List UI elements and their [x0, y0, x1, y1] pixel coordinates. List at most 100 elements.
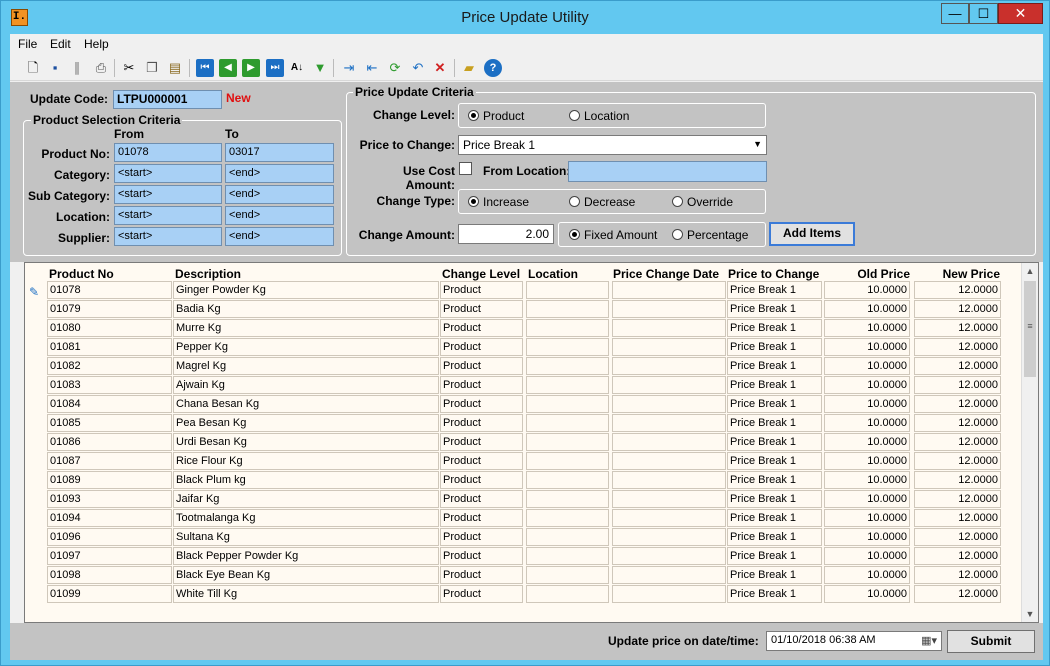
cell-description[interactable]: Jaifar Kg	[173, 490, 439, 508]
cell-new-price[interactable]: 12.0000	[914, 338, 1001, 356]
cell-price-to-change[interactable]: Price Break 1	[727, 547, 822, 565]
cell-description[interactable]: Black Eye Bean Kg	[173, 566, 439, 584]
cell-description[interactable]: Badia Kg	[173, 300, 439, 318]
cell-change-level[interactable]: Product	[440, 528, 523, 546]
cell-new-price[interactable]: 12.0000	[914, 281, 1001, 299]
last-record-icon[interactable]: ⏭	[266, 59, 284, 77]
cell-old-price[interactable]: 10.0000	[824, 281, 910, 299]
cell-change-level[interactable]: Product	[440, 395, 523, 413]
new-icon[interactable]: 🗋	[24, 59, 42, 77]
cell-location[interactable]	[526, 566, 609, 584]
col-description[interactable]: Description	[175, 267, 241, 281]
fixed-amount-radio[interactable]	[569, 229, 580, 240]
close-button[interactable]: ✕	[998, 3, 1043, 24]
cell-price-to-change[interactable]: Price Break 1	[727, 490, 822, 508]
supplier-to-field[interactable]: <end>	[225, 227, 334, 246]
cell-price-change-date[interactable]	[612, 509, 726, 527]
col-location[interactable]: Location	[528, 267, 578, 281]
undo-icon[interactable]: ↶	[409, 59, 427, 77]
cell-price-to-change[interactable]: Price Break 1	[727, 395, 822, 413]
change-type-override-radio[interactable]	[672, 196, 683, 207]
cut-icon[interactable]: ✂	[120, 59, 138, 77]
cell-old-price[interactable]: 10.0000	[824, 509, 910, 527]
cell-product-no[interactable]: 01093	[47, 490, 172, 508]
scroll-down-icon[interactable]: ▼	[1022, 606, 1038, 622]
location-to-field[interactable]: <end>	[225, 206, 334, 225]
cell-new-price[interactable]: 12.0000	[914, 357, 1001, 375]
cell-price-change-date[interactable]	[612, 528, 726, 546]
cell-product-no[interactable]: 01080	[47, 319, 172, 337]
cell-product-no[interactable]: 01082	[47, 357, 172, 375]
folder-icon[interactable]: ▰	[460, 59, 478, 77]
change-level-location-radio[interactable]	[569, 110, 580, 121]
cell-price-to-change[interactable]: Price Break 1	[727, 300, 822, 318]
update-code-field[interactable]: LTPU000001	[113, 90, 222, 109]
cell-description[interactable]: Magrel Kg	[173, 357, 439, 375]
cell-product-no[interactable]: 01096	[47, 528, 172, 546]
cell-change-level[interactable]: Product	[440, 509, 523, 527]
cell-price-to-change[interactable]: Price Break 1	[727, 585, 822, 603]
cell-product-no[interactable]: 01087	[47, 452, 172, 470]
cell-location[interactable]	[526, 357, 609, 375]
cell-price-to-change[interactable]: Price Break 1	[727, 414, 822, 432]
delete-icon[interactable]: ✕	[431, 59, 449, 77]
cell-description[interactable]: Pea Besan Kg	[173, 414, 439, 432]
cell-old-price[interactable]: 10.0000	[824, 300, 910, 318]
cell-product-no[interactable]: 01094	[47, 509, 172, 527]
cell-price-change-date[interactable]	[612, 338, 726, 356]
cell-change-level[interactable]: Product	[440, 338, 523, 356]
cell-description[interactable]: Tootmalanga Kg	[173, 509, 439, 527]
cell-price-change-date[interactable]	[612, 414, 726, 432]
cell-location[interactable]	[526, 319, 609, 337]
cell-location[interactable]	[526, 376, 609, 394]
first-record-icon[interactable]: ⏮	[196, 59, 214, 77]
cell-change-level[interactable]: Product	[440, 357, 523, 375]
cell-product-no[interactable]: 01099	[47, 585, 172, 603]
add-items-button[interactable]: Add Items	[769, 222, 855, 246]
sub-category-to-field[interactable]: <end>	[225, 185, 334, 204]
cell-change-level[interactable]: Product	[440, 300, 523, 318]
submit-button[interactable]: Submit	[947, 630, 1035, 653]
minimize-button[interactable]: —	[941, 3, 969, 24]
cell-change-level[interactable]: Product	[440, 414, 523, 432]
cell-description[interactable]: Sultana Kg	[173, 528, 439, 546]
price-to-change-select[interactable]: Price Break 1 ▼	[458, 135, 767, 155]
indent-icon[interactable]: ⇥	[340, 59, 358, 77]
cell-price-to-change[interactable]: Price Break 1	[727, 509, 822, 527]
product-no-from-field[interactable]: 01078	[114, 143, 222, 162]
cell-price-to-change[interactable]: Price Break 1	[727, 471, 822, 489]
cell-change-level[interactable]: Product	[440, 376, 523, 394]
cell-new-price[interactable]: 12.0000	[914, 376, 1001, 394]
category-from-field[interactable]: <start>	[114, 164, 222, 183]
sub-category-from-field[interactable]: <start>	[114, 185, 222, 204]
cell-price-to-change[interactable]: Price Break 1	[727, 528, 822, 546]
cell-new-price[interactable]: 12.0000	[914, 452, 1001, 470]
cell-price-change-date[interactable]	[612, 547, 726, 565]
cell-description[interactable]: Ginger Powder Kg	[173, 281, 439, 299]
paste-icon[interactable]: ▤	[166, 59, 184, 77]
cell-product-no[interactable]: 01078	[47, 281, 172, 299]
cell-old-price[interactable]: 10.0000	[824, 319, 910, 337]
cell-old-price[interactable]: 10.0000	[824, 452, 910, 470]
next-record-icon[interactable]: ▶	[242, 59, 260, 77]
cell-description[interactable]: Black Plum kg	[173, 471, 439, 489]
cell-old-price[interactable]: 10.0000	[824, 338, 910, 356]
cell-old-price[interactable]: 10.0000	[824, 547, 910, 565]
cell-description[interactable]: Murre Kg	[173, 319, 439, 337]
cell-new-price[interactable]: 12.0000	[914, 528, 1001, 546]
cell-price-to-change[interactable]: Price Break 1	[727, 566, 822, 584]
percentage-radio[interactable]	[672, 229, 683, 240]
col-old-price[interactable]: Old Price	[825, 267, 910, 281]
cell-location[interactable]	[526, 509, 609, 527]
cell-product-no[interactable]: 01085	[47, 414, 172, 432]
cell-price-change-date[interactable]	[612, 585, 726, 603]
cell-change-level[interactable]: Product	[440, 319, 523, 337]
print-icon[interactable]: ⎙	[92, 59, 110, 77]
cell-price-to-change[interactable]: Price Break 1	[727, 319, 822, 337]
cell-product-no[interactable]: 01079	[47, 300, 172, 318]
col-price-change-date[interactable]: Price Change Date	[613, 267, 719, 281]
cell-new-price[interactable]: 12.0000	[914, 509, 1001, 527]
cell-new-price[interactable]: 12.0000	[914, 566, 1001, 584]
col-new-price[interactable]: New Price	[915, 267, 1000, 281]
cell-location[interactable]	[526, 528, 609, 546]
